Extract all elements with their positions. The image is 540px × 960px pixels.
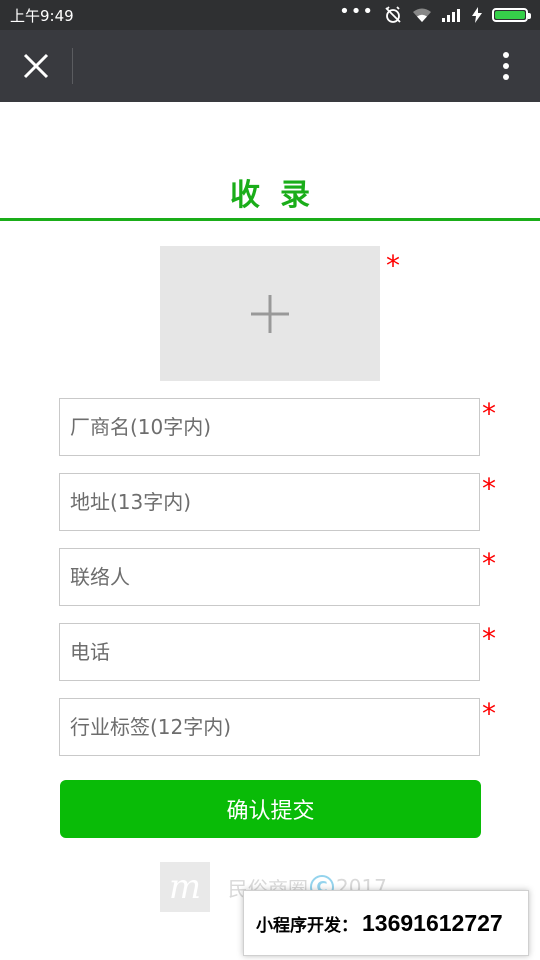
address-required-mark: * xyxy=(482,472,496,505)
submit-button[interactable]: 确认提交 xyxy=(60,780,481,838)
wifi-icon xyxy=(413,8,431,22)
brand-logo: m xyxy=(160,862,210,912)
manufacturer-required-mark: * xyxy=(482,397,496,430)
promo-phone: 13691612727 xyxy=(362,909,503,936)
title-underline xyxy=(0,218,540,221)
battery-icon xyxy=(492,8,531,22)
contact-person-input[interactable] xyxy=(59,548,480,606)
phone-required-mark: * xyxy=(482,622,496,655)
more-vertical-icon xyxy=(503,52,509,80)
status-time: 上午9:49 xyxy=(10,6,74,25)
status-icons: ••• xyxy=(339,1,531,24)
nav-bar xyxy=(0,30,540,102)
upload-required-mark: * xyxy=(386,249,400,282)
promo-label: 小程序开发： xyxy=(256,915,358,935)
close-button[interactable] xyxy=(18,48,54,84)
battery-fill xyxy=(495,11,525,19)
notification-dots-icon: ••• xyxy=(339,1,374,22)
industry-required-mark: * xyxy=(482,697,496,730)
nav-divider xyxy=(72,48,73,84)
promo-banner: 小程序开发： 13691612727 xyxy=(243,890,529,956)
more-button[interactable] xyxy=(492,48,520,84)
phone-input[interactable] xyxy=(59,623,480,681)
plus-icon xyxy=(251,294,289,333)
status-bar: 上午9:49 ••• xyxy=(0,0,540,30)
charging-icon xyxy=(472,7,482,23)
contact-required-mark: * xyxy=(482,547,496,580)
signal-icon xyxy=(442,9,460,22)
close-icon xyxy=(23,53,49,79)
manufacturer-name-input[interactable] xyxy=(59,398,480,456)
address-input[interactable] xyxy=(59,473,480,531)
industry-tag-input[interactable] xyxy=(59,698,480,756)
alarm-off-icon xyxy=(385,6,401,23)
page-title: 收录 xyxy=(230,178,330,213)
image-upload-button[interactable] xyxy=(160,246,380,381)
app-screen: 上午9:49 ••• 收录 * 厂商名(10字内) * 地址(13字内) * 联… xyxy=(0,0,540,960)
